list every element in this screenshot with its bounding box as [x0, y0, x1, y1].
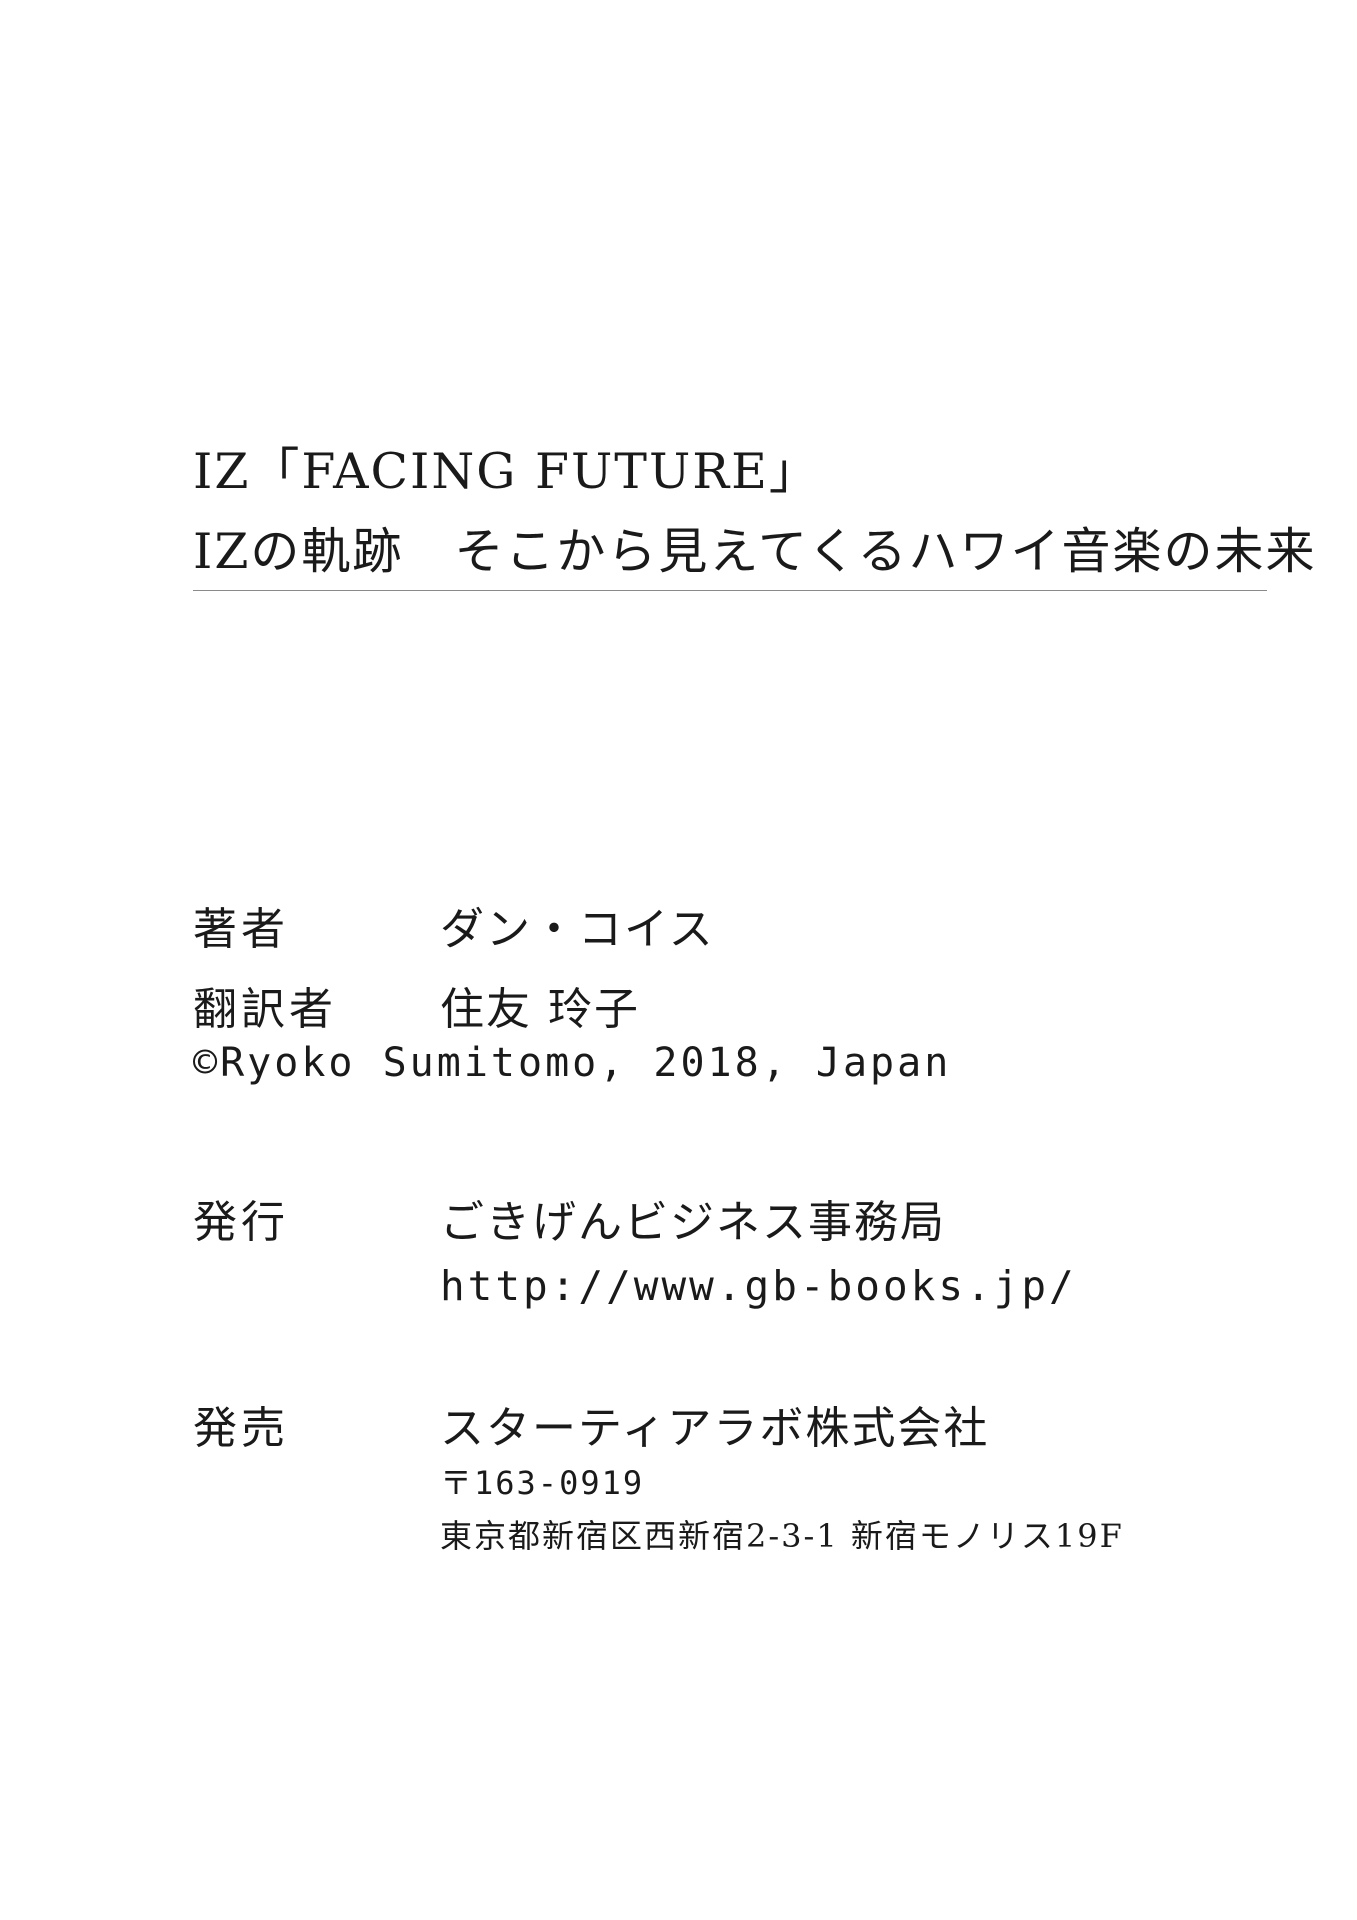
publisher-url-link[interactable]: http://www.gb-books.jp/ — [440, 1262, 1077, 1310]
book-title-line-2: IZの軌跡 そこから見えてくるハワイ音楽の未来 — [193, 523, 1317, 580]
title-divider — [193, 590, 1267, 591]
copyright-notice: ©Ryoko Sumitomo, 2018, Japan — [193, 1040, 952, 1086]
author-name: ダン・コイス — [440, 904, 715, 955]
book-title-line-1: IZ「FACING FUTURE」 — [193, 443, 820, 500]
postal-code: 〒163-0919 — [440, 1464, 645, 1502]
publisher-label: 発行 — [193, 1197, 289, 1248]
author-label: 著者 — [193, 904, 289, 955]
translator-name: 住友 玲子 — [440, 984, 640, 1035]
translator-label: 翻訳者 — [193, 984, 337, 1035]
distributor-address: 東京都新宿区西新宿2-3-1 新宿モノリス19F — [440, 1517, 1124, 1555]
publisher-name: ごきげんビジネス事務局 — [440, 1197, 946, 1248]
distributor-name: スターティアラボ株式会社 — [440, 1403, 990, 1454]
distributor-label: 発売 — [193, 1403, 289, 1454]
